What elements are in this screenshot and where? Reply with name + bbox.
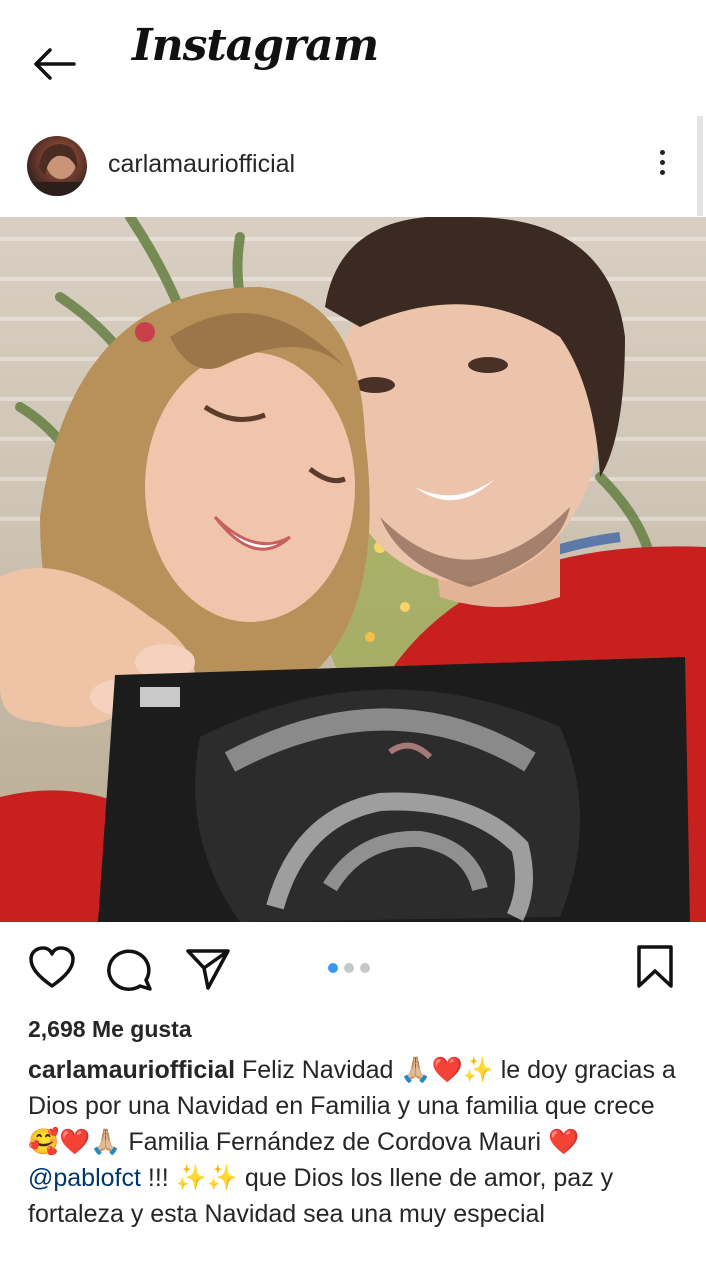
comment-button[interactable] [106,946,154,997]
share-icon [186,949,230,990]
avatar[interactable] [27,136,87,196]
like-button[interactable] [28,946,76,995]
back-arrow-icon [34,48,76,80]
top-bar: Instagram [0,0,706,120]
post-username[interactable]: carlamauriofficial [108,150,295,179]
carousel-dot-2[interactable] [344,963,354,973]
caption-mention[interactable]: @pablofct [28,1164,141,1192]
instagram-logo: Instagram [132,20,379,71]
caption-username[interactable]: carlamauriofficial [28,1056,235,1084]
post-header [0,120,706,216]
share-button[interactable] [184,946,232,997]
back-button[interactable] [28,40,82,88]
comment-icon [107,949,152,991]
carousel-indicator [328,960,376,978]
heart-icon [29,946,75,988]
bookmark-icon [637,945,673,988]
more-vertical-icon [648,150,676,175]
more-options-button[interactable] [648,146,676,186]
carousel-dot-3[interactable] [360,963,370,973]
post-caption: carlamauriofficial Feliz Navidad 🙏🏼❤️✨ l… [28,1052,678,1232]
likes-count[interactable]: 2,698 Me gusta [28,1016,192,1043]
post-image[interactable] [0,217,706,922]
save-button[interactable] [636,944,674,995]
carousel-dot-1[interactable] [328,963,338,973]
